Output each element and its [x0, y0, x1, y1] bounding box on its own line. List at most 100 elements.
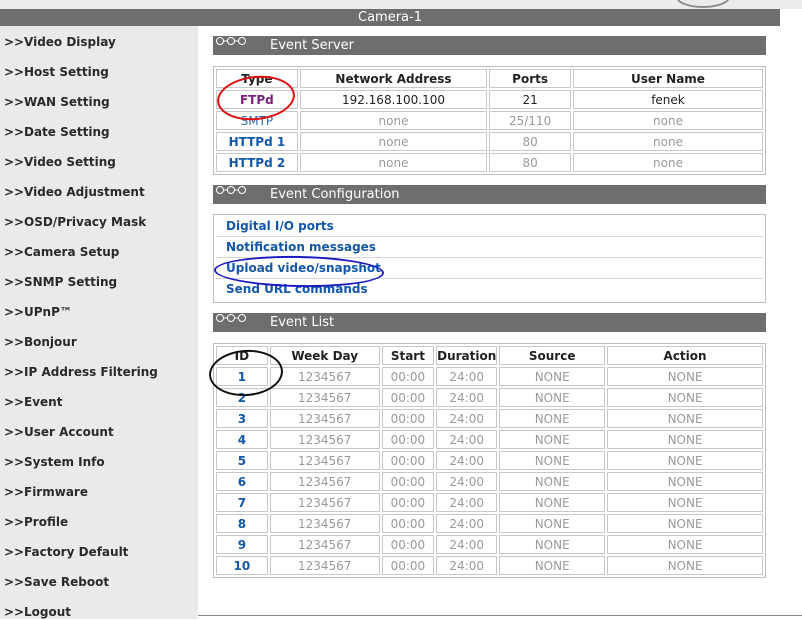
event-id-link[interactable]: 5	[216, 451, 268, 470]
column-header: User Name	[572, 69, 763, 88]
start-cell: 00:00	[381, 514, 435, 533]
event-id-link[interactable]: 9	[216, 535, 268, 554]
sidebar-item-osd-privacy-mask[interactable]: >>OSD/Privacy Mask	[4, 214, 146, 230]
sidebar-item-host-setting[interactable]: >>Host Setting	[4, 64, 109, 80]
sidebar-item-label: Date Setting	[24, 125, 110, 139]
rings-icon	[216, 314, 246, 322]
table-header-row: Type Network Address Ports User Name	[216, 69, 763, 88]
sidebar-item-logout[interactable]: >>Logout	[4, 604, 71, 620]
config-row: Upload video/snapshot	[216, 259, 763, 279]
network-address-cell: none	[299, 132, 488, 151]
weekday-cell: 1234567	[269, 535, 380, 554]
sidebar-item-video-display[interactable]: >>Video Display	[4, 34, 116, 50]
start-cell: 00:00	[381, 451, 435, 470]
sidebar-item-user-account[interactable]: >>User Account	[4, 424, 114, 440]
duration-cell: 24:00	[436, 535, 498, 554]
action-cell: NONE	[607, 493, 763, 512]
sidebar-item-label: Event	[24, 395, 63, 409]
send-url-commands-link[interactable]: Send URL commands	[226, 282, 368, 296]
sidebar-item-system-info[interactable]: >>System Info	[4, 454, 105, 470]
sidebar-item-label: Profile	[24, 515, 69, 529]
sidebar-arrow-icon: >>	[4, 185, 25, 199]
rings-icon	[216, 186, 246, 194]
source-cell: NONE	[499, 409, 606, 428]
weekday-cell: 1234567	[269, 409, 380, 428]
action-cell: NONE	[607, 472, 763, 491]
sidebar-item-video-setting[interactable]: >>Video Setting	[4, 154, 116, 170]
sidebar-arrow-icon: >>	[4, 485, 25, 499]
server-type-link[interactable]: HTTPd 1	[216, 132, 298, 151]
sidebar-item-label: Camera Setup	[24, 245, 120, 259]
sidebar-arrow-icon: >>	[4, 545, 25, 559]
event-id-link[interactable]: 10	[216, 556, 268, 575]
action-cell: NONE	[607, 409, 763, 428]
column-header: Week Day	[269, 346, 380, 365]
sidebar-item-event[interactable]: >>Event	[4, 394, 62, 410]
event-id-link[interactable]: 1	[216, 367, 268, 386]
start-cell: 00:00	[381, 367, 435, 386]
sidebar-item-label: Save Reboot	[24, 575, 110, 589]
sidebar-arrow-icon: >>	[4, 275, 25, 289]
start-cell: 00:00	[381, 472, 435, 491]
table-row: 10 1234567 00:00 24:00 NONE NONE	[216, 556, 763, 575]
sidebar-item-upnp[interactable]: >>UPnP™	[4, 304, 72, 320]
sidebar-item-factory-default[interactable]: >>Factory Default	[4, 544, 128, 560]
sidebar-item-wan-setting[interactable]: >>WAN Setting	[4, 94, 110, 110]
config-row: Digital I/O ports	[216, 217, 763, 237]
upload-video-snapshot-link[interactable]: Upload video/snapshot	[226, 261, 381, 275]
table-row: 3 1234567 00:00 24:00 NONE NONE	[216, 409, 763, 428]
duration-cell: 24:00	[436, 388, 498, 407]
sidebar-item-date-setting[interactable]: >>Date Setting	[4, 124, 110, 140]
table-row: 8 1234567 00:00 24:00 NONE NONE	[216, 514, 763, 533]
sidebar-item-profile[interactable]: >>Profile	[4, 514, 68, 530]
duration-cell: 24:00	[436, 430, 498, 449]
event-id-link[interactable]: 4	[216, 430, 268, 449]
digital-io-ports-link[interactable]: Digital I/O ports	[226, 219, 334, 233]
sidebar-arrow-icon: >>	[4, 515, 25, 529]
section-title: Event Configuration	[270, 187, 400, 202]
table-row: 7 1234567 00:00 24:00 NONE NONE	[216, 493, 763, 512]
action-cell: NONE	[607, 388, 763, 407]
sidebar-item-label: User Account	[24, 425, 114, 439]
weekday-cell: 1234567	[269, 430, 380, 449]
event-id-link[interactable]: 8	[216, 514, 268, 533]
event-id-link[interactable]: 3	[216, 409, 268, 428]
table-row: FTPd 192.168.100.100 21 fenek	[216, 90, 763, 109]
event-configuration-header: Event Configuration	[213, 185, 766, 204]
notification-messages-link[interactable]: Notification messages	[226, 240, 376, 254]
event-id-link[interactable]: 7	[216, 493, 268, 512]
user-name-cell: none	[572, 153, 763, 172]
action-cell: NONE	[607, 367, 763, 386]
sidebar-item-video-adjustment[interactable]: >>Video Adjustment	[4, 184, 145, 200]
sidebar-item-label: System Info	[24, 455, 105, 469]
sidebar-item-ip-address-filtering[interactable]: >>IP Address Filtering	[4, 364, 158, 380]
column-header: Type	[216, 69, 298, 88]
server-type-link[interactable]: FTPd	[216, 90, 298, 109]
weekday-cell: 1234567	[269, 472, 380, 491]
sidebar-item-label: Firmware	[24, 485, 88, 499]
sidebar-item-label: UPnP™	[24, 305, 72, 319]
sidebar-item-camera-setup[interactable]: >>Camera Setup	[4, 244, 119, 260]
source-cell: NONE	[499, 535, 606, 554]
sidebar-arrow-icon: >>	[4, 455, 25, 469]
server-type-link[interactable]: SMTP	[216, 111, 298, 130]
sidebar-item-bonjour[interactable]: >>Bonjour	[4, 334, 77, 350]
weekday-cell: 1234567	[269, 556, 380, 575]
source-cell: NONE	[499, 472, 606, 491]
event-server-table: Type Network Address Ports User Name FTP…	[214, 67, 765, 174]
server-type-link[interactable]: HTTPd 2	[216, 153, 298, 172]
source-cell: NONE	[499, 367, 606, 386]
sidebar-arrow-icon: >>	[4, 305, 25, 319]
section-title: Event List	[270, 315, 335, 330]
event-id-link[interactable]: 6	[216, 472, 268, 491]
sidebar-arrow-icon: >>	[4, 395, 25, 409]
sidebar-item-snmp-setting[interactable]: >>SNMP Setting	[4, 274, 117, 290]
sidebar-item-label: Bonjour	[24, 335, 77, 349]
sidebar: >>Video Display >>Host Setting >>WAN Set…	[0, 26, 198, 619]
sidebar-arrow-icon: >>	[4, 245, 25, 259]
sidebar-item-firmware[interactable]: >>Firmware	[4, 484, 88, 500]
column-header: Duration	[436, 346, 498, 365]
event-id-link[interactable]: 2	[216, 388, 268, 407]
sidebar-item-save-reboot[interactable]: >>Save Reboot	[4, 574, 109, 590]
sidebar-item-label: OSD/Privacy Mask	[24, 215, 147, 229]
